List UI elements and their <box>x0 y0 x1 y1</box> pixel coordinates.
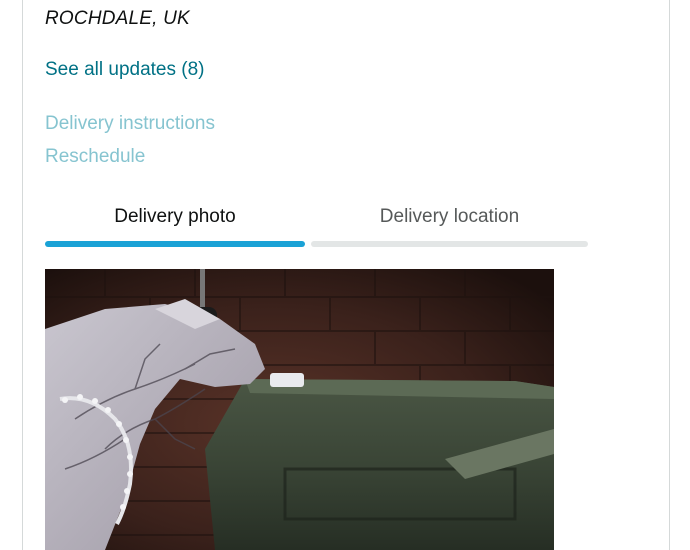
delivery-page: ROCHDALE, UK See all updates (8) Deliver… <box>0 0 690 550</box>
see-all-updates-link[interactable]: See all updates (8) <box>45 59 205 81</box>
delivery-address: ROCHDALE, UK <box>45 8 190 29</box>
tab-delivery-location[interactable]: Delivery location <box>311 206 588 228</box>
tab-delivery-photo[interactable]: Delivery photo <box>45 206 305 228</box>
tab-delivery-photo-indicator <box>45 241 305 247</box>
tab-delivery-location-indicator <box>311 241 588 247</box>
reschedule-link[interactable]: Reschedule <box>45 146 145 168</box>
delivery-instructions-link[interactable]: Delivery instructions <box>45 113 215 135</box>
delivery-photo[interactable] <box>45 269 554 550</box>
